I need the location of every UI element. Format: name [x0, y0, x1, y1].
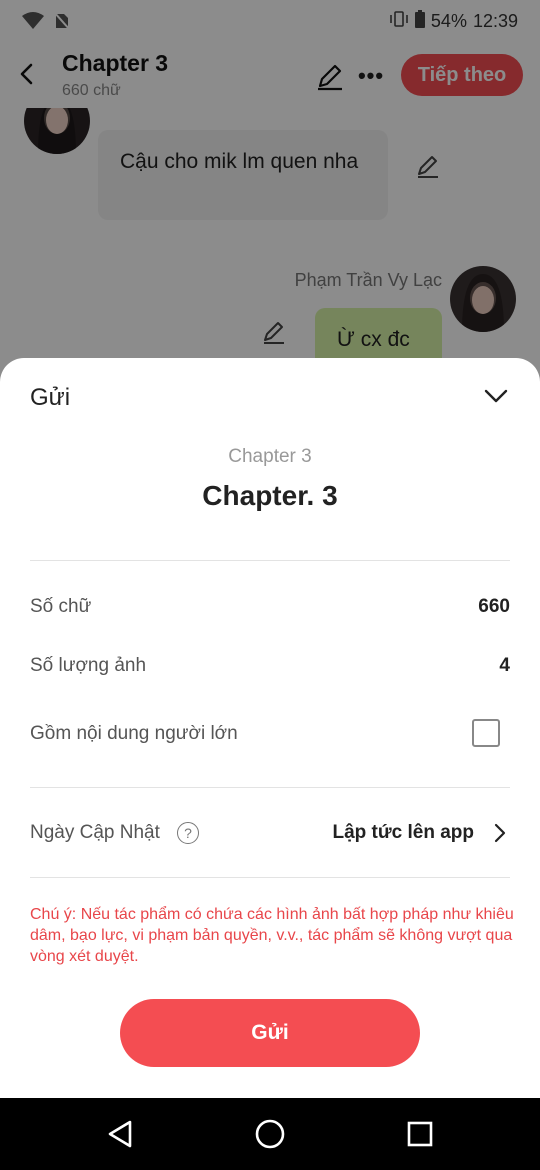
- sheet-title: Gửi: [30, 384, 71, 411]
- divider: [30, 787, 510, 788]
- word-count-label: Số chữ: [30, 596, 92, 617]
- chevron-down-icon: [484, 389, 508, 403]
- image-count-label: Số lượng ảnh: [30, 655, 147, 676]
- system-nav-bar: [0, 1098, 540, 1170]
- adult-content-checkbox[interactable]: [472, 719, 500, 747]
- circle-home-icon: [255, 1119, 285, 1149]
- help-icon[interactable]: ?: [177, 822, 199, 844]
- triangle-back-icon: [108, 1120, 132, 1148]
- nav-recents-button[interactable]: [402, 1116, 438, 1152]
- update-date-selector[interactable]: [490, 822, 510, 844]
- update-date-value[interactable]: Lập tức lên app: [333, 822, 475, 844]
- send-button[interactable]: Gửi: [120, 999, 420, 1067]
- collapse-button[interactable]: [480, 380, 512, 412]
- update-date-label: Ngày Cập Nhật: [30, 822, 160, 843]
- square-recents-icon: [407, 1121, 433, 1147]
- word-count-value: 660: [478, 596, 510, 617]
- chapter-label: Chapter 3: [228, 446, 312, 467]
- chapter-name: Chapter. 3: [202, 480, 338, 511]
- chevron-right-icon: [494, 823, 506, 843]
- publish-sheet: Gửi Chapter 3 Chapter. 3 Số chữ 660 Số l…: [0, 358, 540, 1098]
- adult-content-label: Gồm nội dung người lớn: [30, 723, 238, 744]
- divider: [30, 560, 510, 561]
- image-count-value: 4: [499, 655, 510, 676]
- review-notice: Chú ý: Nếu tác phẩm có chứa các hình ảnh…: [30, 906, 514, 965]
- divider: [30, 877, 510, 878]
- nav-home-button[interactable]: [252, 1116, 288, 1152]
- nav-back-button[interactable]: [102, 1116, 138, 1152]
